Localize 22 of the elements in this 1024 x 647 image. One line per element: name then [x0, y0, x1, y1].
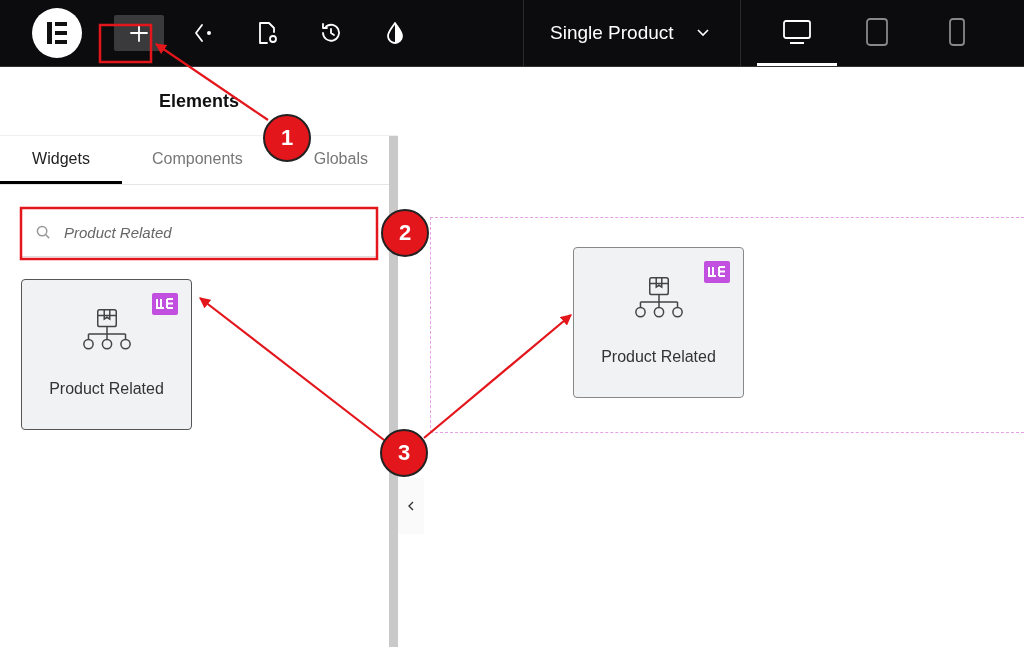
history-icon: [319, 21, 343, 45]
tab[interactable]: Components: [152, 147, 243, 173]
tab[interactable]: Globals: [313, 147, 368, 173]
step-number: 3: [380, 429, 428, 477]
chevron-down-icon: [695, 28, 710, 38]
highlight-frame: [98, 23, 153, 64]
phone-icon: [948, 16, 966, 47]
toolbar-button[interactable]: [114, 15, 164, 51]
widget-card[interactable]: Product Related: [21, 279, 192, 430]
branch-icon: [192, 22, 214, 44]
document-dropdown[interactable]: Single Product: [550, 22, 710, 44]
chevron-left-icon: [406, 500, 416, 512]
widget-label: Product Related: [49, 380, 164, 398]
plus-icon: [129, 23, 149, 43]
tab[interactable]: Widgets: [0, 136, 122, 184]
widget-card[interactable]: Product Related: [573, 247, 744, 398]
desktop-icon: [782, 18, 812, 45]
drop-icon: [385, 21, 405, 45]
step-number: 2: [381, 209, 429, 257]
widget-label: Product Related: [601, 348, 716, 366]
logo[interactable]: [32, 8, 82, 58]
tablet-icon: [865, 16, 889, 47]
